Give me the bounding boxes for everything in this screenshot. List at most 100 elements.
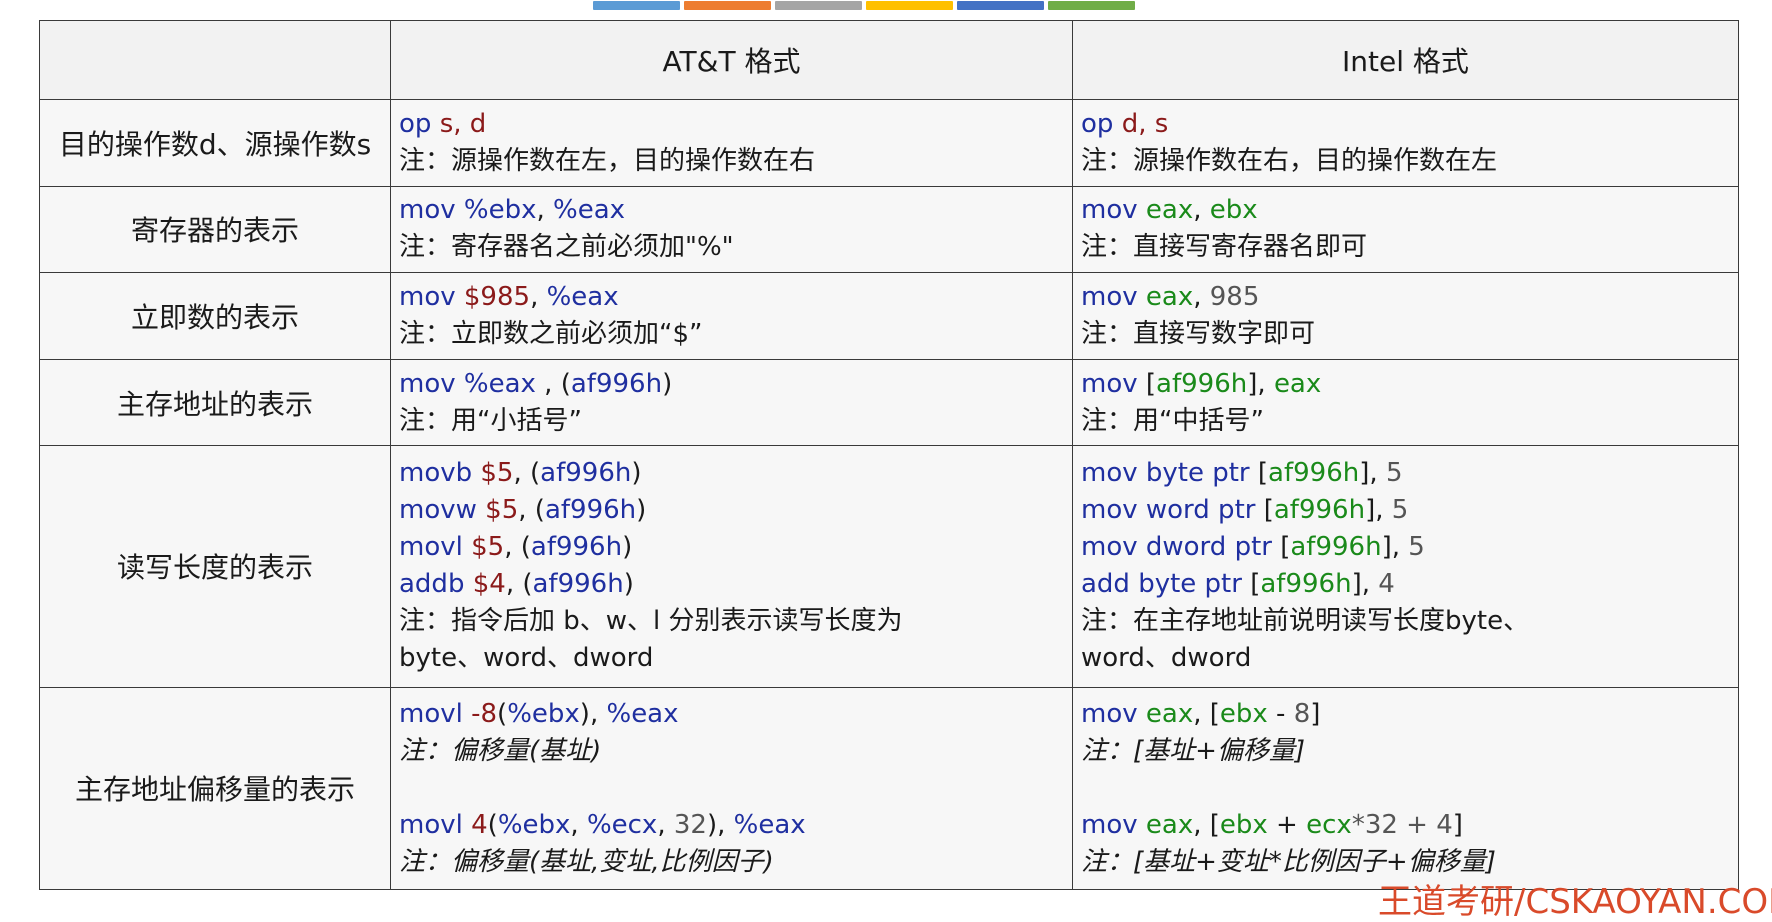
code-token: , <box>570 809 587 840</box>
code-line: 注：用“中括号” <box>1081 403 1730 440</box>
code-token: 注：源操作数在右，目的操作数在左 <box>1081 145 1498 176</box>
syntax-comparison-table: AT&T 格式 Intel 格式 目的操作数d、源操作数s op s, d 注：源操… <box>39 20 1739 890</box>
att-cell: mov %ebx, %eax 注：寄存器名之前必须加"%" <box>390 185 1073 274</box>
code-token: %ebx <box>507 698 580 729</box>
code-token: 注：直接写寄存器名即可 <box>1081 232 1368 263</box>
code-token: 4 <box>1378 569 1395 600</box>
code-token: $5 <box>480 458 514 489</box>
code-line: add byte ptr [af996h], 4 <box>1081 566 1730 603</box>
code-token: movl <box>399 532 472 563</box>
code-token: ] <box>1310 698 1321 729</box>
code-line: 注：直接写数字即可 <box>1081 316 1730 353</box>
code-line: mov %eax , (af996h) <box>399 366 1064 403</box>
code-line: 注：[基址+变址*比例因子+偏移量] <box>1081 844 1730 881</box>
code-token: ) <box>623 569 634 600</box>
code-line: 注：直接写寄存器名即可 <box>1081 229 1730 266</box>
code-token: , <box>530 282 547 313</box>
code-token: af996h <box>1260 569 1352 600</box>
code-token: af996h <box>1290 532 1382 563</box>
table-row-immediate: 立即数的表示 mov $985, %eax 注：立即数之前必须加“$” mov eax… <box>39 272 1739 360</box>
code-token: byte、word、dword <box>399 643 654 674</box>
code-token: mov <box>1081 809 1146 840</box>
code-token: [ <box>1280 532 1291 563</box>
slide-color-strip <box>593 1 1135 10</box>
code-token: , [ <box>1193 809 1220 840</box>
code-token: 4 <box>471 809 488 840</box>
code-token: 5 <box>1391 495 1409 526</box>
code-line: mov %ebx, %eax <box>399 192 1064 229</box>
code-token: [ <box>1145 368 1157 399</box>
code-token: mov <box>399 195 464 226</box>
intel-cell: mov eax, 985 注：直接写数字即可 <box>1072 272 1739 360</box>
code-token: eax <box>1273 368 1322 399</box>
code-line: 注：偏移量(基址,变址,比例因子) <box>399 844 1064 881</box>
code-token: 注：指令后加 b、w、l 分别表示读写长度为 <box>399 606 903 637</box>
code-token: af996h <box>1273 495 1366 526</box>
code-line: 注：[基址+偏移量] <box>1081 733 1730 770</box>
code-token: eax <box>1145 698 1194 729</box>
table-row-address-offset: 主存地址偏移量的表示 movl -8(%ebx), %eax 注：偏移量(基址) mo… <box>39 686 1739 890</box>
code-token: movw <box>399 495 486 526</box>
row-label: 立即数的表示 <box>39 272 391 360</box>
code-line: op s, d <box>399 106 1064 143</box>
row-label: 主存地址偏移量的表示 <box>39 686 391 890</box>
code-token: mov word ptr <box>1081 495 1264 526</box>
code-token: af996h <box>570 368 663 399</box>
color-strip-segment <box>775 1 862 10</box>
code-token: af996h <box>530 532 623 563</box>
code-token: $5 <box>471 532 505 563</box>
code-token: eax <box>1145 809 1194 840</box>
color-strip-segment <box>593 1 680 10</box>
code-token: , ( <box>504 532 531 563</box>
code-token: ), <box>579 698 607 729</box>
code-token: *32 + 4 <box>1351 809 1453 840</box>
intel-cell: op d, s 注：源操作数在右，目的操作数在左 <box>1072 99 1739 187</box>
color-strip-segment <box>957 1 1044 10</box>
code-token: %eax <box>546 282 619 313</box>
code-token: ), <box>706 809 734 840</box>
code-line: 注：立即数之前必须加“$” <box>399 316 1064 353</box>
code-token: addb <box>399 569 473 600</box>
code-line: movl $5, (af996h) <box>399 529 1064 566</box>
code-token: ) <box>636 495 647 526</box>
code-token: mov dword ptr <box>1081 532 1281 563</box>
code-line: mov eax, [ebx - 8] <box>1081 696 1730 733</box>
code-line: movl -8(%ebx), %eax <box>399 696 1064 733</box>
code-token: 注：用“小括号” <box>399 405 582 436</box>
code-token: $4 <box>472 569 506 600</box>
code-token: 32 <box>673 809 707 840</box>
code-token: %ecx <box>586 809 658 840</box>
code-token: 注：直接写数字即可 <box>1081 319 1316 350</box>
code-token: 5 <box>1385 458 1403 489</box>
code-token: mov <box>1081 282 1146 313</box>
color-strip-segment <box>866 1 953 10</box>
code-token: $5 <box>485 495 519 526</box>
code-token: %ebx <box>463 195 537 226</box>
code-token: ], <box>1351 569 1379 600</box>
table-header-row: AT&T 格式 Intel 格式 <box>39 20 1739 100</box>
code-token: ebx <box>1219 809 1268 840</box>
code-line: 注：源操作数在右，目的操作数在左 <box>1081 143 1730 180</box>
code-line: mov [af996h], eax <box>1081 366 1730 403</box>
intel-cell: mov eax, [ebx - 8] 注：[基址+偏移量] mov eax, [eb… <box>1072 686 1739 890</box>
code-token: d, s <box>1121 108 1169 139</box>
code-token: [ <box>1263 495 1274 526</box>
code-token: , <box>1193 195 1210 226</box>
code-token: ecx <box>1306 809 1352 840</box>
row-label: 读写长度的表示 <box>39 445 391 688</box>
code-token: mov <box>1081 368 1146 399</box>
code-line: addb $4, (af996h) <box>399 566 1064 603</box>
code-line: movl 4(%ebx, %ecx, 32), %eax <box>399 807 1064 844</box>
code-token: ) <box>622 532 633 563</box>
code-token: eax <box>1145 195 1194 226</box>
code-token: , [ <box>1193 698 1220 729</box>
code-line: 注：在主存地址前说明读写长度byte、 <box>1081 603 1730 640</box>
code-line: byte、word、dword <box>399 640 1064 677</box>
code-token: %eax <box>463 368 536 399</box>
code-token: ], <box>1365 495 1392 526</box>
code-line: mov eax, 985 <box>1081 279 1730 316</box>
table-row-memory-address: 主存地址的表示 mov %eax , (af996h) 注：用“小括号” mov [a… <box>39 358 1739 447</box>
code-token: ] <box>1452 809 1463 840</box>
